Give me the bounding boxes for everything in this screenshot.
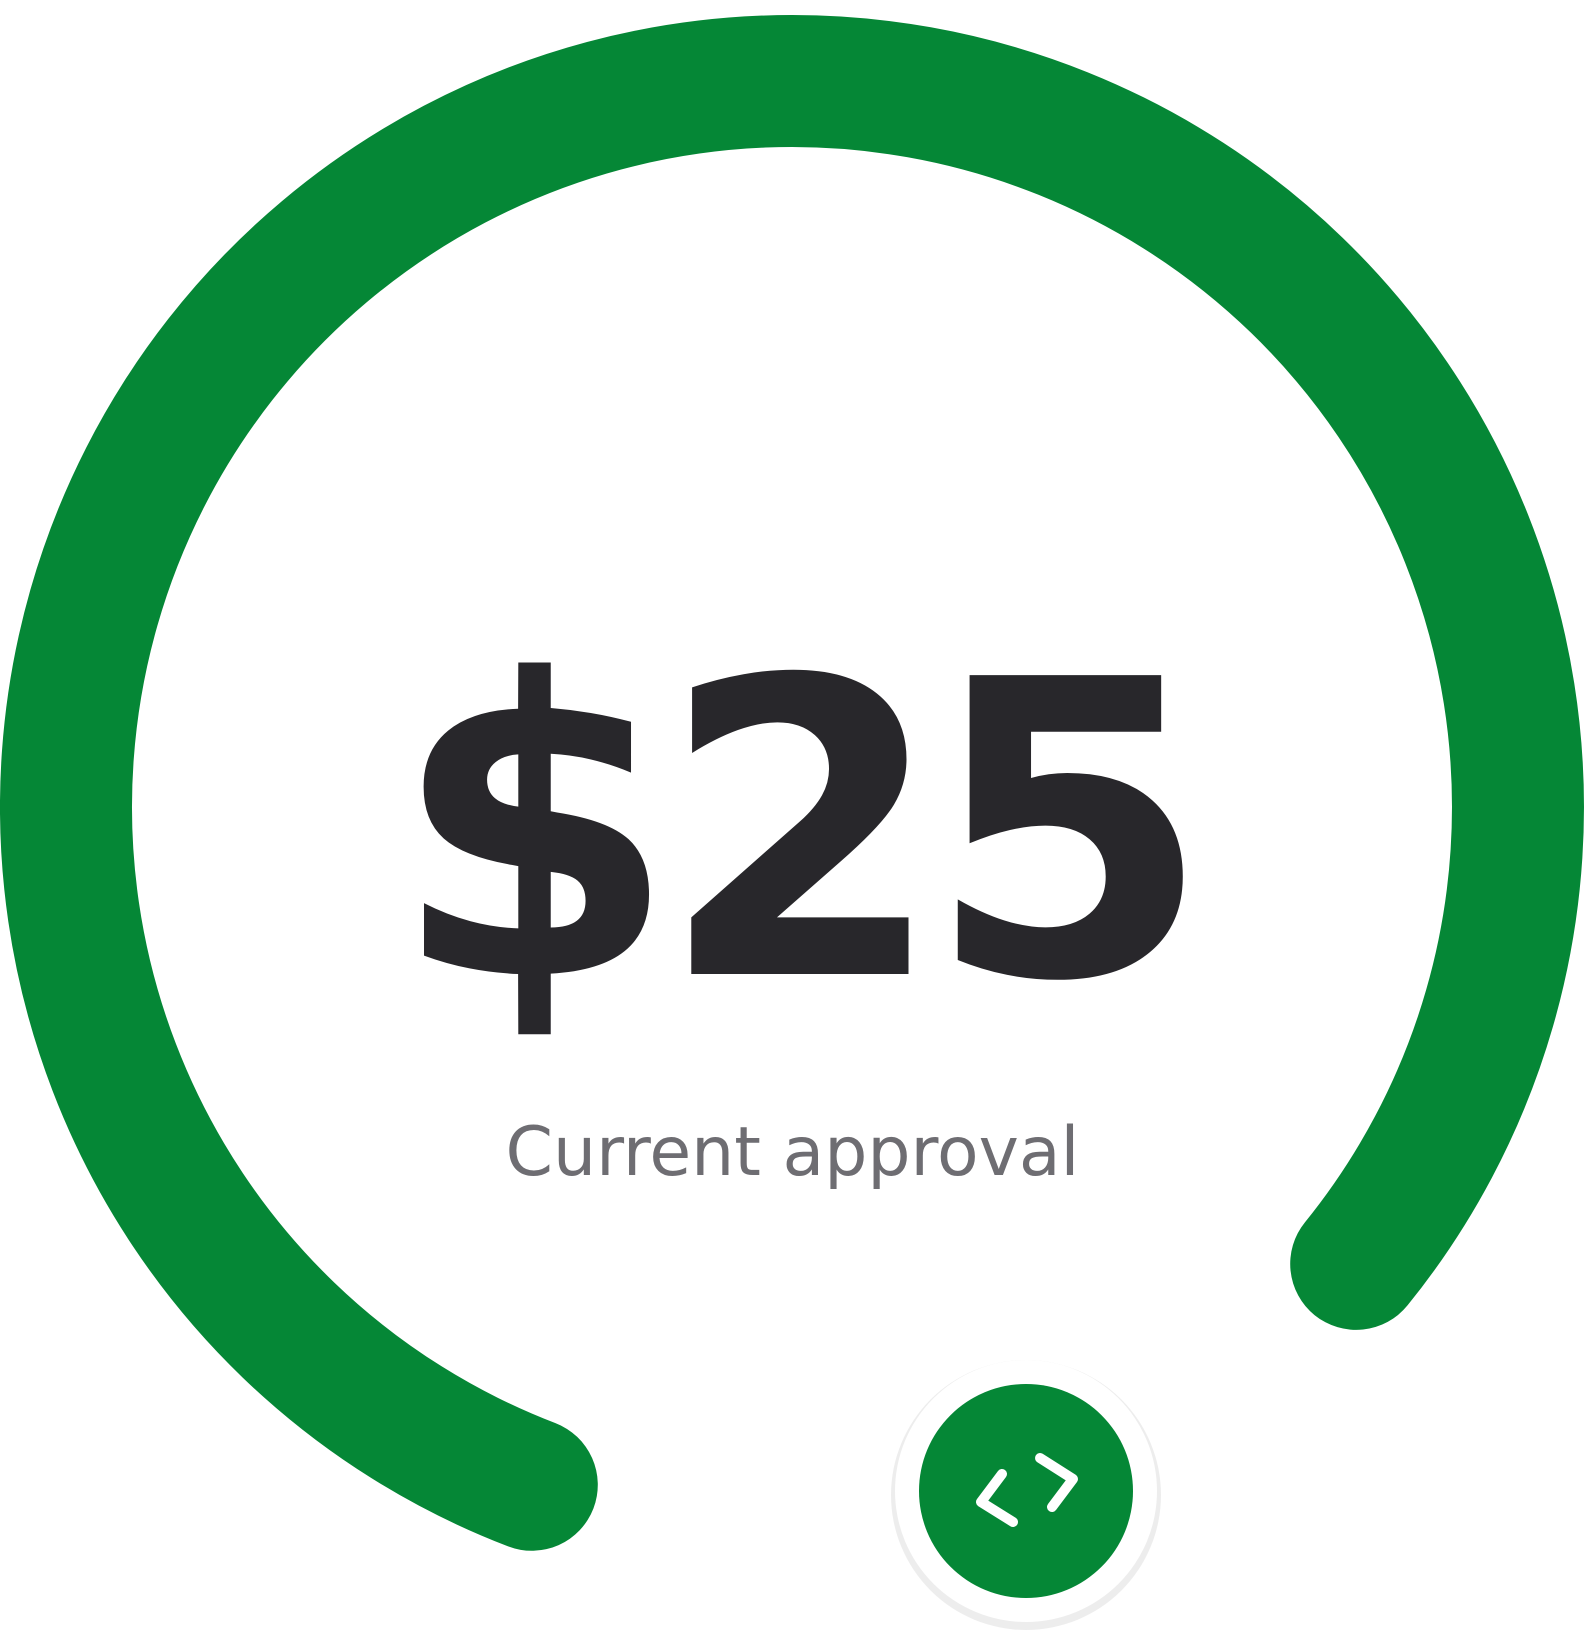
approval-amount: $25 (391, 593, 1212, 1071)
approval-caption: Current approval (505, 1113, 1080, 1192)
approval-slider-handle[interactable] (891, 1360, 1161, 1630)
handle-knob (919, 1384, 1133, 1598)
